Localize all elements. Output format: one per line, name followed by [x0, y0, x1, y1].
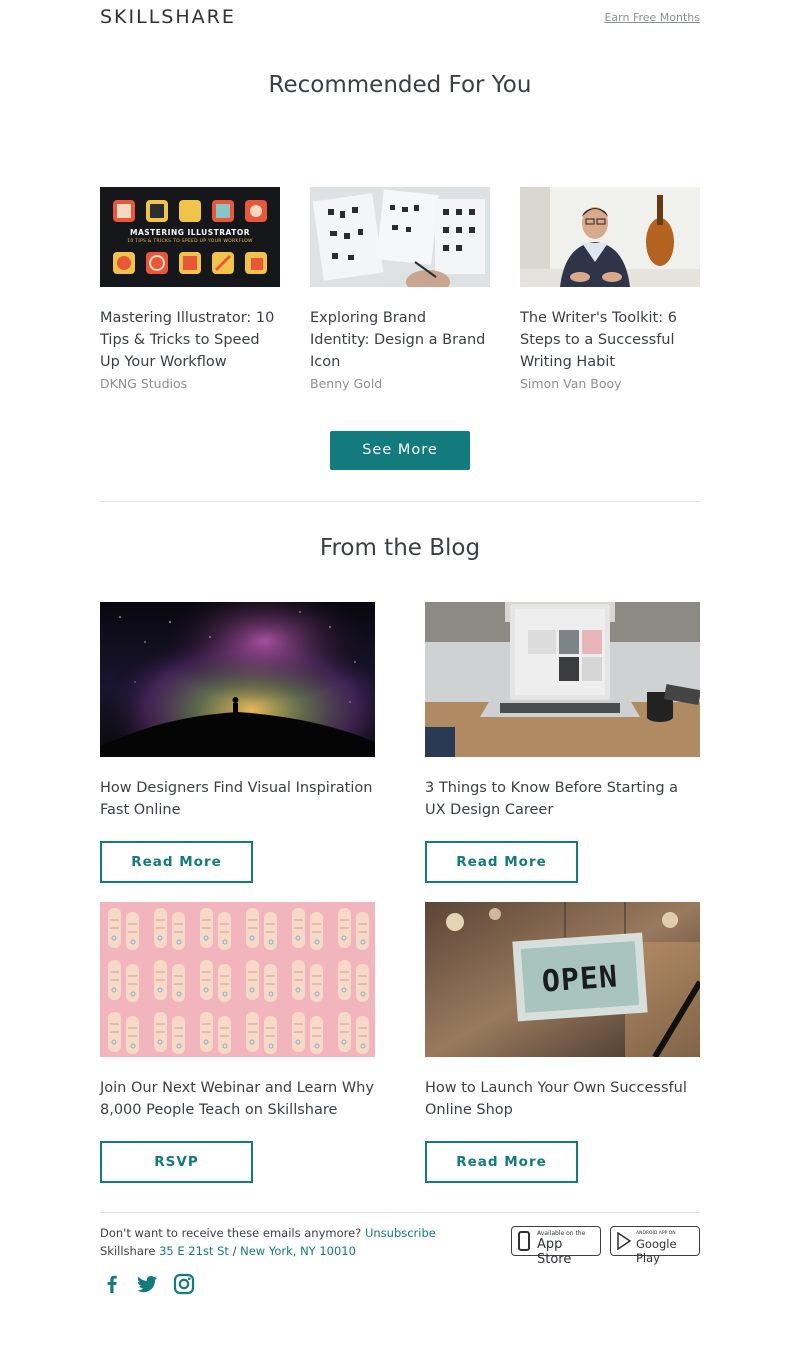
blog-image-laptop[interactable] [425, 602, 700, 757]
email-header: SKILLSHARE Earn Free Months [100, 0, 700, 40]
thumb-heading: MASTERING ILLUSTRATOR [130, 228, 250, 237]
google-play-icon [617, 1232, 632, 1250]
google-play-big-text: Google Play [636, 1237, 677, 1265]
read-more-button[interactable]: Read More [100, 841, 253, 883]
blog-image-milky-way[interactable] [100, 602, 375, 757]
skillshare-logo[interactable]: SKILLSHARE [100, 6, 236, 28]
blog-post-title[interactable]: How to Launch Your Own Successful Online… [425, 1077, 700, 1121]
google-play-badge[interactable]: ANDROID APP ON Google Play [610, 1226, 700, 1265]
facebook-icon[interactable] [100, 1272, 124, 1296]
app-store-big-text: App Store [537, 1237, 572, 1267]
blog-image-hands-pattern[interactable] [100, 902, 375, 1057]
google-play-small-text: ANDROID APP ON [636, 1231, 676, 1236]
course-card[interactable]: Exploring Brand Identity: Design a Brand… [310, 187, 490, 391]
blog-title: From the Blog [319, 535, 481, 561]
apple-phone-icon [518, 1231, 530, 1251]
course-author: Simon Van Booy [520, 376, 622, 391]
blog-post: OPEN How to Launch Your Own Successful O… [425, 902, 700, 1183]
course-thumbnail-brand-identity[interactable] [310, 187, 490, 287]
company-name: Skillshare [100, 1244, 156, 1258]
unsubscribe-line: Don't want to receive these emails anymo… [100, 1226, 436, 1240]
course-card[interactable]: MASTERING ILLUSTRATOR 10 TIPS & TRICKS T… [100, 187, 280, 391]
address-separator: / [232, 1244, 237, 1258]
footer-divider [100, 1212, 700, 1213]
address-street-link[interactable]: 35 E 21st St [159, 1244, 229, 1258]
blog-post: How Designers Find Visual Inspiration Fa… [100, 602, 375, 883]
earn-free-months-link[interactable]: Earn Free Months [604, 11, 700, 24]
blog-post-title[interactable]: 3 Things to Know Before Starting a UX De… [425, 777, 700, 821]
thumb-subheading: 10 TIPS & TRICKS TO SPEED UP YOUR WORKFL… [127, 239, 253, 244]
course-author: DKNG Studios [100, 376, 188, 391]
course-thumbnail-writers-toolkit[interactable] [520, 187, 700, 287]
blog-image-open-sign[interactable]: OPEN [425, 902, 700, 1057]
app-store-small-text: Available on the [537, 1230, 586, 1237]
blog-post-title[interactable]: How Designers Find Visual Inspiration Fa… [100, 777, 375, 821]
address-city-link[interactable]: New York, NY 10010 [240, 1244, 356, 1258]
course-thumbnail-illustrator[interactable]: MASTERING ILLUSTRATOR 10 TIPS & TRICKS T… [100, 187, 280, 287]
rsvp-button[interactable]: RSVP [100, 1141, 253, 1183]
course-title[interactable]: Mastering Illustrator: 10 Tips & Tricks … [100, 307, 280, 373]
recommended-title: Recommended For You [268, 72, 532, 98]
twitter-icon[interactable] [135, 1272, 159, 1296]
unsubscribe-link[interactable]: Unsubscribe [365, 1226, 436, 1240]
app-store-badge[interactable]: Available on the App Store [511, 1226, 601, 1267]
blog-post: 3 Things to Know Before Starting a UX De… [425, 602, 700, 883]
blog-post-title[interactable]: Join Our Next Webinar and Learn Why 8,00… [100, 1077, 375, 1121]
unsubscribe-prefix: Don't want to receive these emails anymo… [100, 1226, 362, 1240]
course-title[interactable]: The Writer's Toolkit: 6 Steps to a Succe… [520, 307, 700, 373]
read-more-button[interactable]: Read More [425, 1141, 578, 1183]
blog-post: Join Our Next Webinar and Learn Why 8,00… [100, 902, 375, 1183]
instagram-icon[interactable] [172, 1272, 196, 1296]
course-card[interactable]: The Writer's Toolkit: 6 Steps to a Succe… [520, 187, 700, 391]
address-line: Skillshare 35 E 21st St / New York, NY 1… [100, 1244, 356, 1258]
read-more-button[interactable]: Read More [425, 841, 578, 883]
course-title[interactable]: Exploring Brand Identity: Design a Brand… [310, 307, 490, 373]
see-more-button[interactable]: See More [330, 431, 470, 470]
course-author: Benny Gold [310, 376, 383, 391]
section-divider [100, 501, 700, 502]
